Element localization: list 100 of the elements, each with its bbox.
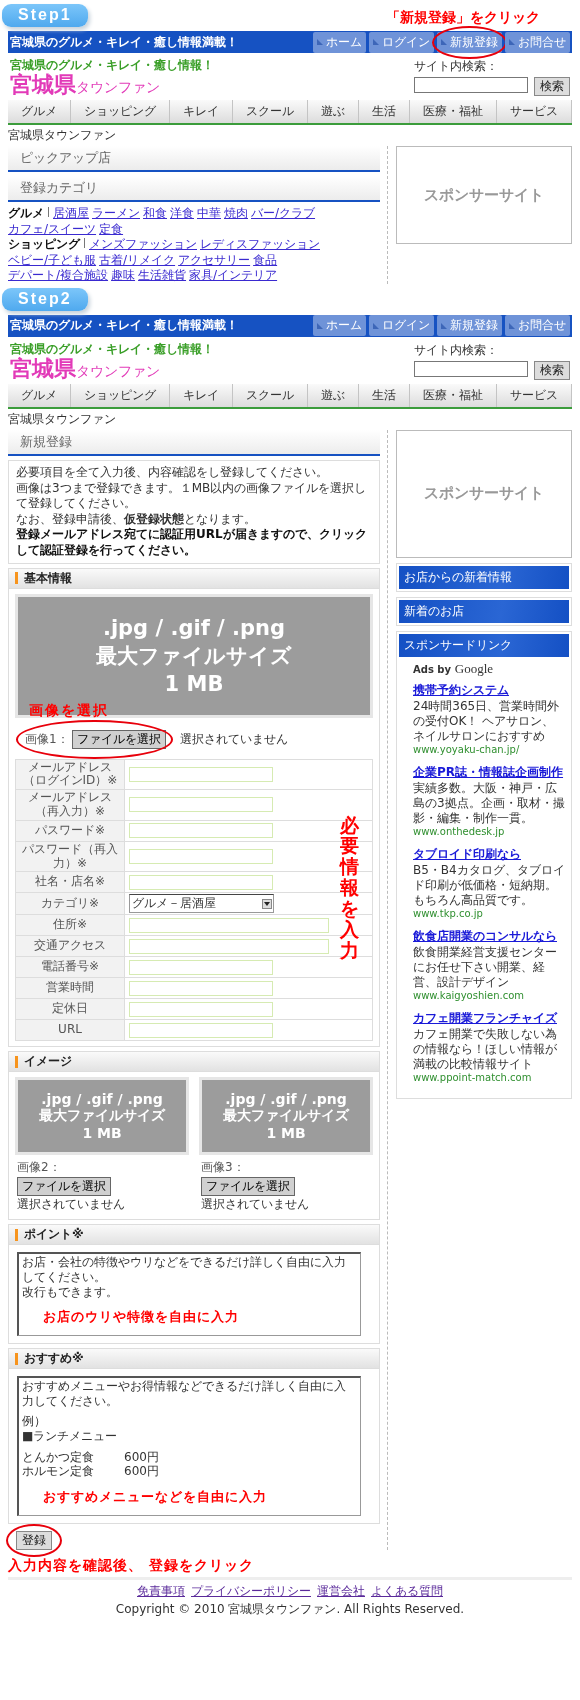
category-link[interactable]: メンズファッション: [89, 237, 197, 252]
nav-tab[interactable]: キレイ: [170, 383, 233, 407]
breadcrumb: 宮城県タウンファン: [8, 410, 117, 428]
logo-tagline: 宮城県のグルメ・キレイ・癒し情報！: [10, 57, 214, 73]
footer-link[interactable]: プライバシーポリシー: [191, 1582, 311, 1600]
step-badge: Step2: [2, 287, 88, 311]
input-field[interactable]: [129, 874, 273, 890]
file-status: 選択されていません: [17, 1196, 125, 1214]
category-link[interactable]: 焼肉: [224, 206, 248, 220]
category-link[interactable]: レディスファッション: [200, 237, 320, 252]
ad-title-link[interactable]: タブロイド印刷なら: [413, 845, 565, 863]
breadcrumb: 宮城県タウンファン: [8, 127, 117, 144]
nav-tab[interactable]: サービス: [497, 100, 572, 123]
choose-file-button[interactable]: ファイルを選択: [201, 1177, 295, 1197]
nav-tab[interactable]: スクール: [233, 383, 308, 407]
nav-tab[interactable]: ショッピング: [71, 383, 170, 407]
category-link[interactable]: 家具/インテリア: [189, 268, 278, 283]
triangle-icon: [509, 322, 515, 329]
file-label: 画像3：: [201, 1159, 245, 1177]
nav-tab[interactable]: サービス: [497, 383, 572, 407]
site-tagline: 宮城県のグルメ・キレイ・癒し情報満載！: [10, 317, 238, 335]
search-button[interactable]: 検索: [534, 360, 570, 380]
text-area[interactable]: お店・会社の特徴やウリなどをできるだけ詳しく自由に入力してください。 改行もできます。 お店のウリや特徴を自由に入力: [17, 1252, 361, 1337]
sponsor-placeholder-text: スポンサーサイト: [424, 484, 544, 504]
nav-tab[interactable]: 生活: [359, 383, 410, 407]
choose-file-button[interactable]: ファイルを選択: [17, 1177, 111, 1197]
input-field[interactable]: [129, 849, 273, 864]
category-link[interactable]: 中華: [197, 206, 221, 220]
text-line: 改行もできます。: [22, 1284, 118, 1300]
input-field[interactable]: [129, 980, 273, 996]
category-link[interactable]: デパート/複合施設: [8, 268, 109, 283]
choose-file-button[interactable]: ファイルを選択: [71, 729, 166, 749]
input-field[interactable]: [129, 766, 273, 782]
nav-tab[interactable]: 遊ぶ: [308, 100, 359, 123]
section-heading: 基本情報: [8, 567, 380, 589]
triangle-icon: [373, 322, 379, 329]
footer-link[interactable]: 免責事項: [137, 1582, 185, 1600]
ad-title-link[interactable]: 飲食店開業のコンサルなら: [413, 927, 565, 945]
category-link[interactable]: バー/クラブ: [251, 206, 316, 220]
category-link[interactable]: 定食: [99, 221, 124, 236]
category-dropdown[interactable]: グルメ－居酒屋: [129, 894, 274, 914]
site-logo[interactable]: 宮城県タウンファン: [10, 74, 214, 96]
price-text: 600円: [124, 1464, 159, 1479]
search-button[interactable]: 検索: [534, 77, 570, 96]
file-label: 画像2：: [17, 1159, 61, 1177]
search-field[interactable]: [414, 360, 528, 377]
category-link[interactable]: 趣味: [111, 268, 136, 283]
nav-tab[interactable]: グルメ: [8, 383, 71, 407]
nav-tab[interactable]: 生活: [359, 100, 410, 123]
section-heading: ポイント※: [8, 1224, 380, 1246]
register-button[interactable]: 登録: [16, 1530, 52, 1550]
input-field[interactable]: [129, 938, 329, 954]
ad-url: www.kaigyoshien.com: [413, 989, 526, 1001]
input-field[interactable]: [129, 1022, 273, 1038]
input-field[interactable]: [129, 823, 273, 839]
input-field[interactable]: [129, 959, 273, 975]
placeholder-text: 最大ファイルサイズ: [96, 642, 292, 670]
category-link[interactable]: アクセサリー: [178, 252, 251, 267]
instruction-text: お店のウリや特徴を自由に入力: [43, 1309, 239, 1326]
category-link[interactable]: 古着/リメイク: [99, 252, 176, 267]
intro-text: 必要項目を全て入力後、内容確認をし登録してください。: [16, 464, 329, 481]
category-link[interactable]: ベビー/子ども服: [8, 252, 97, 267]
logo-tagline: 宮城県のグルメ・キレイ・癒し情報！: [10, 340, 214, 357]
field-label: メールアドレス（ログインID）※: [15, 759, 125, 790]
nav-tab[interactable]: スクール: [233, 100, 308, 123]
field-label: 住所※: [15, 914, 125, 936]
category-name: グルメ: [8, 206, 44, 220]
category-link[interactable]: 生活雑貨: [138, 268, 187, 283]
nav-tab[interactable]: グルメ: [8, 100, 71, 123]
search-label: サイト内検索：: [414, 341, 499, 359]
ad-title-link[interactable]: 企業PR誌・情報誌企画制作: [413, 763, 565, 781]
footer-link[interactable]: 運営会社: [317, 1582, 365, 1600]
placeholder-text: 1 MB: [82, 1125, 122, 1142]
ad-title-link[interactable]: カフェ開業フランチャイズ: [413, 1009, 565, 1027]
category-link[interactable]: 洋食: [170, 206, 194, 220]
input-field[interactable]: [129, 917, 329, 933]
site-logo[interactable]: 宮城県タウンファン: [10, 357, 214, 380]
footer-link[interactable]: よくある質問: [371, 1582, 443, 1600]
category-link[interactable]: 食品: [253, 252, 278, 267]
nav-tab[interactable]: 医療・福祉: [410, 383, 497, 407]
input-field[interactable]: [129, 797, 273, 813]
category-link[interactable]: 和食: [143, 206, 167, 220]
ads-by-label: Ads by Google: [413, 660, 495, 677]
category-link[interactable]: カフェ/スイーツ: [8, 221, 97, 236]
category-link[interactable]: ラーメン: [92, 206, 140, 220]
search-field[interactable]: [414, 77, 528, 93]
text-area[interactable]: おすすめメニューやお得情報などできるだけ詳しく自由に入力してください。 例） ■ランチメニュー とんかつ定食 600円 ホルモン定食 600円 おすすめメニューなどを自由に入力: [17, 1376, 361, 1516]
ad-text: B5・B4カタログ、タブロイド印刷が低価格・短納期。もちろん高品質です。: [413, 862, 565, 908]
ad-title-link[interactable]: 携帯予約システム: [413, 681, 565, 699]
placeholder-text: 1 MB: [164, 671, 224, 696]
triangle-icon: [509, 39, 515, 45]
input-field[interactable]: [129, 1001, 273, 1017]
nav-tab[interactable]: 遊ぶ: [308, 383, 359, 407]
nav-tab[interactable]: キレイ: [170, 100, 233, 123]
nav-tab[interactable]: ショッピング: [71, 100, 170, 123]
category-link[interactable]: 居酒屋: [53, 206, 89, 220]
nav-tab[interactable]: 医療・福祉: [410, 100, 497, 123]
copyright-text: Copyright © 2010 宮城県タウンファン. All Rights Reserved.: [114, 1600, 466, 1618]
field-label: パスワード（再入力）※: [15, 841, 125, 872]
field-label: 営業時間: [15, 977, 125, 999]
